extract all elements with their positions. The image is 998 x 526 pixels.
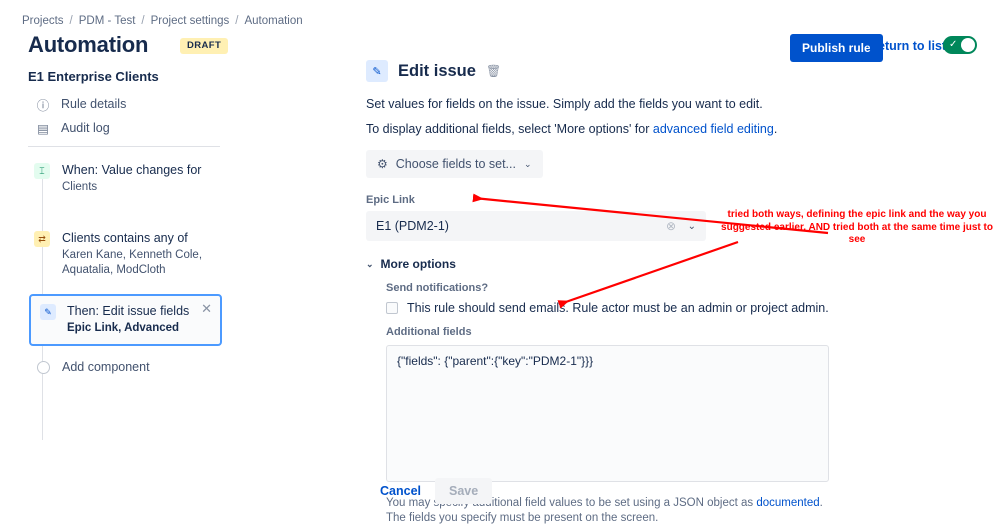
- trash-icon[interactable]: 🗑: [486, 64, 501, 78]
- audit-log-icon: ▤: [37, 121, 49, 136]
- send-notifications-label: Send notifications?: [386, 282, 489, 294]
- panel-title: Edit issue: [398, 61, 476, 80]
- check-icon: ✓: [949, 39, 958, 50]
- send-emails-checkbox-row[interactable]: This rule should send emails. Rule actor…: [386, 301, 986, 315]
- rule-component-title: When: Value changes for: [62, 163, 202, 177]
- sidebar-nav: ⓘ Rule details ▤ Audit log: [36, 92, 286, 140]
- epic-link-label: Epic Link: [366, 194, 415, 206]
- edit-issue-panel: ✎ Edit issue 🗑 Set values for fields on …: [366, 60, 986, 526]
- more-options-label: More options: [380, 257, 456, 271]
- add-component-label: Add component: [62, 360, 150, 374]
- sidebar-item-label: Rule details: [61, 97, 127, 111]
- chevron-down-icon: ⌄: [523, 158, 532, 169]
- status-badge-draft: DRAFT: [180, 38, 229, 54]
- choose-fields-label: Choose fields to set...: [395, 157, 516, 171]
- sidebar-item-rule-details[interactable]: ⓘ Rule details: [36, 92, 286, 116]
- additional-fields-label: Additional fields: [386, 326, 472, 338]
- cancel-button[interactable]: Cancel: [380, 484, 421, 498]
- breadcrumb-item-project-settings[interactable]: Project settings: [151, 15, 230, 27]
- breadcrumb-item-pdm-test[interactable]: PDM - Test: [79, 15, 136, 27]
- clear-icon[interactable]: ⊗: [666, 219, 676, 233]
- rule-component-title: Clients contains any of: [62, 231, 188, 245]
- rule-component-subtitle: Epic Link, Advanced: [67, 322, 180, 334]
- rule-component-condition[interactable]: ⇄ Clients contains any of Karen Kane, Ke…: [34, 230, 232, 278]
- info-icon: ⓘ: [36, 98, 50, 113]
- save-button: Save: [435, 478, 493, 504]
- breadcrumb-separator: /: [69, 15, 73, 27]
- breadcrumb-separator: /: [235, 15, 239, 27]
- add-circle-icon: [37, 360, 50, 374]
- breadcrumb-separator: /: [141, 15, 145, 27]
- description-suffix: .: [773, 122, 778, 136]
- sidebar-item-audit-log[interactable]: ▤ Audit log: [36, 116, 286, 140]
- sidebar-item-label: Audit log: [61, 121, 110, 135]
- rule-name: E1 Enterprise Clients: [28, 69, 159, 84]
- epic-link-select[interactable]: E1 (PDM2-1) ⊗ ⌄: [366, 211, 706, 241]
- trigger-icon: ⌶: [34, 163, 50, 179]
- page-title: Automation: [28, 32, 149, 57]
- breadcrumb: Projects / PDM - Test / Project settings…: [22, 15, 303, 27]
- add-component-button[interactable]: Add component: [34, 360, 150, 374]
- edit-pencil-icon: ✎: [366, 60, 388, 82]
- epic-link-value: E1 (PDM2-1): [376, 219, 449, 233]
- rule-sidebar: E1 Enterprise Clients ⓘ Rule details ▤ A…: [0, 64, 340, 520]
- send-emails-label: This rule should send emails. Rule actor…: [407, 301, 829, 315]
- chevron-down-icon: ⌄: [366, 258, 374, 269]
- rule-component-title: Then: Edit issue fields: [67, 304, 190, 318]
- toggle-knob: [961, 38, 975, 52]
- send-emails-checkbox[interactable]: [386, 302, 398, 314]
- chevron-down-icon[interactable]: ⌄: [688, 221, 696, 232]
- breadcrumb-item-automation[interactable]: Automation: [244, 15, 302, 27]
- documented-link[interactable]: documented: [756, 497, 819, 509]
- edit-pencil-icon: ✎: [40, 304, 56, 320]
- panel-description: Set values for fields on the issue. Simp…: [366, 97, 763, 111]
- condition-icon: ⇄: [34, 231, 50, 247]
- panel-footer-actions: Cancel Save: [380, 478, 493, 504]
- gear-icon: ⚙: [377, 157, 388, 171]
- rule-component-trigger[interactable]: ⌶ When: Value changes for Clients: [34, 162, 201, 195]
- panel-description-secondary: To display additional fields, select 'Mo…: [366, 122, 986, 136]
- close-icon[interactable]: ✕: [201, 302, 212, 315]
- rule-component-subtitle: Karen Kane, Kenneth Cole, Aquatalia, Mod…: [62, 249, 203, 276]
- additional-fields-textarea[interactable]: [386, 345, 829, 482]
- rule-enabled-toggle[interactable]: ✓: [943, 36, 977, 54]
- panel-header: ✎ Edit issue 🗑: [366, 60, 986, 82]
- annotation-note: tried both ways, defining the epic link …: [721, 209, 993, 245]
- breadcrumb-item-projects[interactable]: Projects: [22, 15, 64, 27]
- rule-component-subtitle: Clients: [62, 181, 98, 193]
- sidebar-divider: [28, 146, 220, 147]
- advanced-field-editing-link[interactable]: advanced field editing: [653, 122, 774, 136]
- return-to-list-link[interactable]: Return to list: [869, 39, 946, 53]
- more-options-toggle[interactable]: ⌄ More options: [366, 257, 986, 271]
- choose-fields-button[interactable]: ⚙ Choose fields to set... ⌄: [366, 150, 543, 178]
- description-prefix: To display additional fields, select 'Mo…: [366, 122, 653, 136]
- rule-component-action-selected[interactable]: ✎ Then: Edit issue fields Epic Link, Adv…: [29, 294, 222, 346]
